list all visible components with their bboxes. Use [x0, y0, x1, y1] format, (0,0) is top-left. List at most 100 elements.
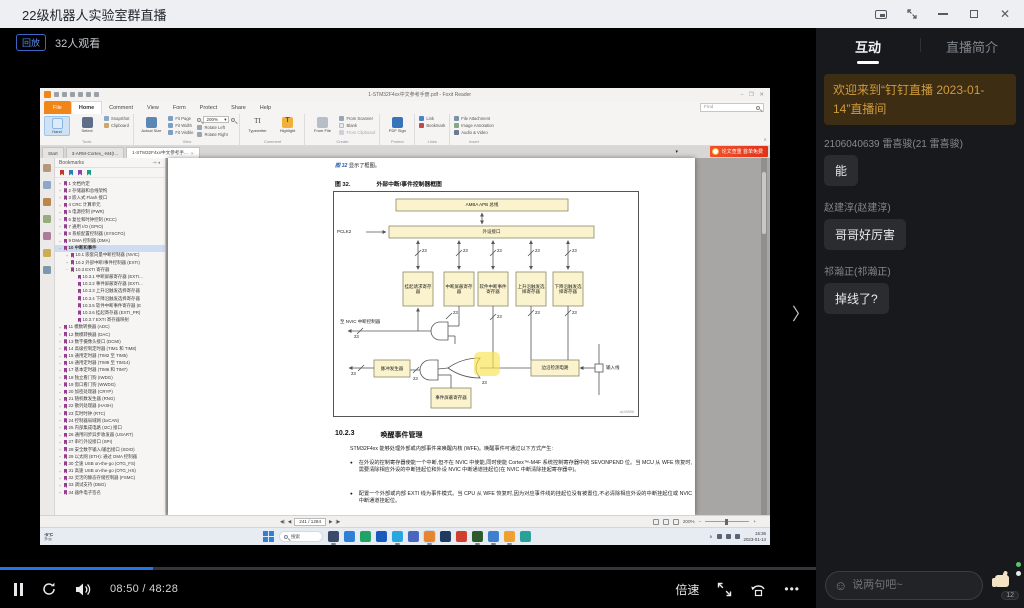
fullscreen-icon[interactable]	[717, 582, 732, 597]
bookmarks-toolbar[interactable]	[55, 168, 165, 178]
weather-widget[interactable]: -5°C 多云	[44, 532, 53, 541]
bookmark-item[interactable]: 30 全速 USB on-the-go (OTG_FS)	[55, 460, 165, 467]
adobe-app-taskbar-icon[interactable]	[456, 531, 467, 542]
bookmark-item[interactable]: 33 调试支持 (DBG)	[55, 482, 165, 489]
next-page-icon[interactable]: ▶	[329, 519, 333, 525]
bookmark-item[interactable]: 22 散列处理器 (HASH)	[55, 403, 165, 410]
office-app-taskbar-icon[interactable]	[376, 531, 387, 542]
bookmark-item[interactable]: 10.3.1 中断屏蔽寄存器 (EXTI...	[55, 273, 165, 280]
bookmark-item[interactable]: 10.3 EXTI 寄存器	[55, 266, 165, 273]
ribbon-tab[interactable]: Home	[71, 101, 102, 114]
ribbon-tab[interactable]: Help	[253, 101, 278, 114]
zoom-slider[interactable]	[705, 521, 749, 522]
link-button[interactable]: Link	[419, 116, 445, 121]
bookmark-button[interactable]: Bookmark	[419, 123, 445, 128]
first-page-icon[interactable]: ◀|	[280, 519, 285, 525]
fit-page-button[interactable]: Fit Page	[168, 116, 193, 121]
ribbon-tab[interactable]: Comment	[102, 101, 140, 114]
bookmark-item[interactable]: 10.3.2 事件屏蔽寄存器 (EXTI...	[55, 281, 165, 288]
resize-window-icon[interactable]	[905, 7, 919, 21]
replay-icon[interactable]	[41, 581, 57, 597]
blank-button[interactable]: Blank	[339, 123, 375, 128]
sidebar-tab[interactable]: 互动	[816, 29, 920, 64]
ribbon-tab[interactable]: Share	[224, 101, 253, 114]
bookmark-item[interactable]: 10.2 外部中断/事件控制器 (EXTI)	[55, 259, 165, 266]
quick-access-toolbar[interactable]	[44, 91, 99, 98]
bookmark-item[interactable]: 23 实时时钟 (RTC)	[55, 410, 165, 417]
continuous-view-icon[interactable]	[663, 519, 669, 525]
last-page-icon[interactable]: |▶	[336, 519, 341, 525]
like-button[interactable]: 12	[993, 573, 1015, 597]
bookmark-item[interactable]: 18 独立看门狗 (IWDG)	[55, 374, 165, 381]
bookmark-item[interactable]: 15 通用定时器 (TIM2 至 TIM5)	[55, 353, 165, 360]
bookmark-item[interactable]: 11 模数转换器 (ADC)	[55, 324, 165, 331]
bookmark-item[interactable]: 6 复位和时钟控制 (RCC)	[55, 216, 165, 223]
typewriter-button[interactable]: TITypewriter	[244, 116, 270, 134]
volume-icon[interactable]	[75, 582, 92, 597]
browser-taskbar-icon[interactable]	[344, 531, 355, 542]
ribbon-tab[interactable]: File	[44, 101, 71, 114]
bookmark-item[interactable]: 10 中断和事件	[55, 245, 165, 252]
ribbon-tab[interactable]: Form	[166, 101, 193, 114]
settings-taskbar-icon[interactable]	[408, 531, 419, 542]
bookmark-item[interactable]: 13 数字摄像头接口 (DCMI)	[55, 338, 165, 345]
from-scanner-button[interactable]: From Scanner	[339, 116, 375, 121]
video-player[interactable]: 回放 32人观看 1-STM32F4xx中文参考手册.pdf - Foxit R…	[0, 28, 816, 608]
document-tab[interactable]: 1-STM32F4xx中文参考手...×	[126, 147, 199, 158]
messenger-taskbar-icon[interactable]	[392, 531, 403, 542]
mini-player-icon[interactable]	[874, 7, 888, 21]
ribbon-tab[interactable]: Protect	[193, 101, 224, 114]
playback-speed-button[interactable]: 倍速	[675, 581, 699, 598]
bookmark-item[interactable]: 10.1 嵌套向量中断控制器 (NVIC)	[55, 252, 165, 259]
pause-button[interactable]	[14, 583, 23, 596]
pdf-window-buttons[interactable]: – ❐ ✕	[740, 92, 766, 98]
file-explorer-taskbar-icon[interactable]	[328, 531, 339, 542]
bookmark-item[interactable]: 24 控制器局域网 (bxCAN)	[55, 417, 165, 424]
system-tray[interactable]: ∧ 16:36 2023-01-14	[709, 531, 766, 542]
close-button[interactable]: ✕	[998, 7, 1012, 21]
search-icon[interactable]	[756, 106, 760, 110]
facing-view-icon[interactable]	[673, 519, 679, 525]
snapshot-button[interactable]: SnapShot	[104, 116, 129, 121]
zoom-out-icon[interactable]	[197, 118, 201, 122]
wechat-taskbar-icon[interactable]	[520, 531, 531, 542]
bookmark-item[interactable]: 21 随机数发生器 (RNG)	[55, 396, 165, 403]
single-page-view-icon[interactable]	[653, 519, 659, 525]
from-file-button[interactable]: From File	[309, 116, 335, 134]
bookmark-item[interactable]: 34 器件电子签名	[55, 489, 165, 496]
sidebar-tab[interactable]: 直播简介	[920, 29, 1024, 64]
bookmark-item[interactable]: 10.3.4 下降沿触发选择寄存器	[55, 295, 165, 302]
bookmark-item[interactable]: 26 通用同步异步收发器 (USART)	[55, 432, 165, 439]
bookmark-item[interactable]: 17 基本定时器 (TIM6 和 TIM7)	[55, 367, 165, 374]
minimize-button[interactable]	[936, 7, 950, 21]
zoom-in-button[interactable]: +	[753, 519, 756, 524]
ribbon-tab[interactable]: View	[140, 101, 166, 114]
bookmark-item[interactable]: 27 串行外设接口 (SPI)	[55, 439, 165, 446]
from-clipboard-button[interactable]: From Clipboard	[339, 130, 375, 135]
bookmark-item[interactable]: 25 内部集成电路 (I2C) 接口	[55, 424, 165, 431]
select-tool-button[interactable]: Select	[74, 116, 100, 134]
bookmark-item[interactable]: 20 加密处理器 (CRYP)	[55, 388, 165, 395]
bookmark-item[interactable]: 29 以太网 (ETH): 通过 DMA 控制器	[55, 453, 165, 460]
promo-banner[interactable]: 论文查重 首单免费	[710, 146, 768, 157]
zoom-in-icon[interactable]	[231, 118, 235, 122]
capture-app-taskbar-icon[interactable]	[472, 531, 483, 542]
bookmark-item[interactable]: 19 窗口看门狗 (WWDG)	[55, 381, 165, 388]
chat-input[interactable]: ☺	[825, 571, 983, 600]
rotate-screen-icon[interactable]	[750, 582, 766, 597]
bookmark-item[interactable]: 14 高级控制定时器 (TIM1 和 TIM8)	[55, 345, 165, 352]
document-tab[interactable]: Start×	[42, 147, 64, 158]
zoom-out-button[interactable]: −	[699, 519, 702, 524]
scrollbar[interactable]	[761, 158, 767, 515]
bookmark-item[interactable]: 10.3.7 EXTI 寄存器映射	[55, 317, 165, 324]
bookmark-item[interactable]: 9 DMA 控制器 (DMA)	[55, 238, 165, 245]
file-attachment-button[interactable]: File Attachment	[454, 116, 494, 121]
panel-options-icon[interactable]: ⇥◂	[152, 160, 161, 166]
find-box[interactable]: Find	[700, 103, 764, 112]
bookmark-item[interactable]: 8 系统配置控制器 (SYSCFG)	[55, 230, 165, 237]
emoji-icon[interactable]: ☺	[834, 578, 847, 593]
bookmark-item[interactable]: 16 通用定时器 (TIM9 至 TIM14)	[55, 360, 165, 367]
audio-video-button[interactable]: Audio & Video	[454, 130, 494, 135]
more-options-icon[interactable]: •••	[784, 582, 800, 596]
chat-text-field[interactable]	[852, 579, 962, 591]
